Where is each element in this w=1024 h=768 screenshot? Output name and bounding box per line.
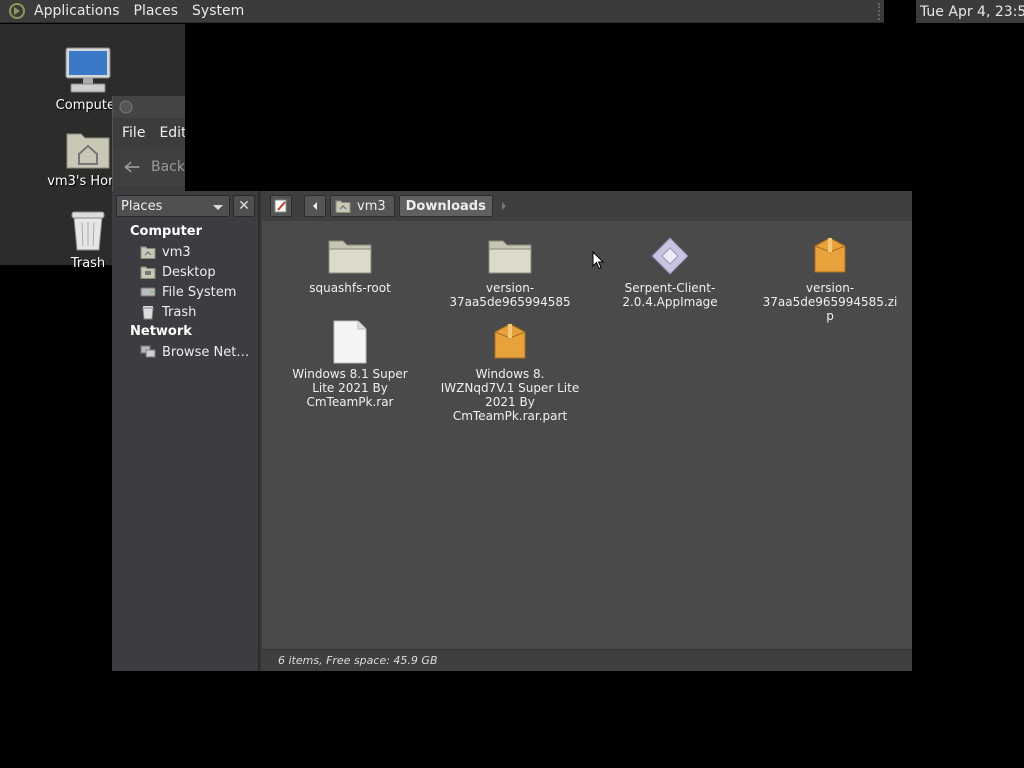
sidebar-item-trash[interactable]: Trash (140, 303, 258, 321)
sidebar-item-desktop[interactable]: Desktop (140, 263, 258, 281)
clock[interactable]: Tue Apr 4, 23:52 (916, 0, 1024, 23)
applications-menu[interactable]: Applications (34, 3, 120, 19)
path-forward-button[interactable] (497, 195, 511, 217)
edit-menu[interactable]: Edit (159, 125, 185, 141)
breadcrumb-downloads[interactable]: Downloads (398, 195, 493, 217)
file-name: version-37aa5de965994585 (449, 281, 571, 309)
window-menu-icon[interactable] (119, 100, 133, 114)
file-item-serpent-appimage[interactable]: Serpent-Client-2.0.4.AppImage (600, 235, 740, 309)
file-name: Serpent-Client-2.0.4.AppImage (622, 281, 718, 309)
chevron-down-icon (213, 205, 223, 210)
sidebar-selector[interactable]: Places (116, 195, 230, 217)
toggle-location-button[interactable] (270, 195, 292, 217)
sidebar-item-label: Browse Net… (162, 344, 250, 360)
file-name: version-37aa5de965994585.zip (762, 281, 898, 323)
window-titlebar[interactable] (113, 96, 185, 118)
system-menu[interactable]: System (192, 3, 244, 19)
back-button-label[interactable]: Back (151, 159, 185, 175)
file-name: squashfs-root (309, 281, 391, 295)
status-bar: 6 items, Free space: 45.9 GB (262, 649, 912, 671)
gnome-foot-icon[interactable] (6, 0, 28, 22)
drive-icon (140, 284, 156, 300)
trash-icon (71, 211, 105, 251)
path-back-button[interactable] (304, 195, 326, 217)
back-arrow-icon[interactable] (123, 159, 141, 175)
file-item-windows-rar-part[interactable]: Windows 8. IWZNqd7V.1 Super Lite 2021 By… (440, 321, 580, 423)
mouse-pointer-icon (592, 251, 604, 270)
home-folder-icon (66, 133, 110, 169)
sidebar-item-label: Desktop (162, 264, 216, 280)
trash-icon (140, 304, 156, 320)
icon-view[interactable]: squashfs-root version-37aa5de965994585 S… (266, 225, 908, 645)
sidebar-heading-network: Network (130, 324, 192, 339)
folder-icon (326, 235, 374, 277)
home-icon (335, 200, 351, 213)
archive-icon (806, 235, 854, 277)
edit-location-icon (274, 199, 287, 213)
sidebar-item-label: vm3 (162, 244, 191, 260)
background-window[interactable]: File Edit Back (112, 96, 185, 191)
file-item-windows-rar[interactable]: Windows 8.1 Super Lite 2021 By CmTeamPk.… (280, 320, 420, 409)
sidebar-item-browse-network[interactable]: Browse Net… (140, 343, 258, 361)
executable-icon (646, 235, 694, 277)
computer-icon (65, 47, 111, 93)
location-bar: vm3 Downloads (262, 191, 912, 221)
file-menu[interactable]: File (122, 125, 145, 141)
breadcrumb-vm3[interactable]: vm3 (330, 195, 395, 217)
sidebar-heading-computer: Computer (130, 224, 203, 239)
chevron-left-icon (313, 202, 317, 210)
chevron-right-icon (501, 202, 506, 210)
archive-icon (486, 321, 534, 363)
breadcrumb-label: vm3 (357, 198, 386, 214)
panel-handle[interactable] (878, 3, 882, 20)
network-icon (140, 344, 156, 360)
file-name: Windows 8.1 Super Lite 2021 By CmTeamPk.… (292, 367, 408, 409)
home-icon (140, 244, 156, 260)
sidebar-item-vm3[interactable]: vm3 (140, 243, 258, 261)
toolbar: Back (113, 148, 185, 186)
desktop-icon (140, 264, 156, 280)
file-name: Windows 8. IWZNqd7V.1 Super Lite 2021 By… (440, 367, 580, 423)
file-manager-window: Places ✕ Computer vm3 Desktop File Syste… (112, 191, 912, 671)
sidebar-item-label: Trash (162, 304, 197, 320)
places-menu[interactable]: Places (134, 3, 179, 19)
sidebar-selector-label: Places (121, 198, 163, 214)
sidebar-item-filesystem[interactable]: File System (140, 283, 258, 301)
sidebar: Places ✕ Computer vm3 Desktop File Syste… (112, 191, 260, 671)
close-sidebar-button[interactable]: ✕ (233, 195, 255, 217)
file-item-squashfs-root[interactable]: squashfs-root (280, 235, 420, 295)
document-icon (326, 320, 374, 364)
sidebar-item-label: File System (162, 284, 237, 300)
menubar: File Edit (113, 118, 185, 148)
folder-icon (486, 235, 534, 277)
top-panel: Applications Places System (0, 0, 884, 23)
file-item-version-folder[interactable]: version-37aa5de965994585 (440, 235, 580, 309)
content-pane: vm3 Downloads squashfs-root version-37aa… (262, 191, 912, 671)
file-item-version-zip[interactable]: version-37aa5de965994585.zip (760, 235, 900, 323)
